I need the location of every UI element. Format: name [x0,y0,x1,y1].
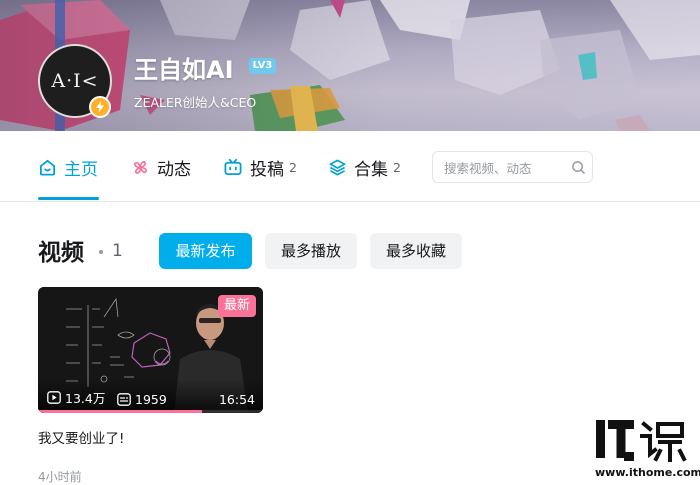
separator-dot [99,250,103,254]
user-title: ZEALER创始人&CEO [134,95,257,110]
tab-collections-label: 合集 [354,159,388,180]
video-thumbnail[interactable]: 最新 13.4万 1959 16:54 [38,287,263,413]
view-count-text: 13.4万 [65,391,106,406]
section-count: 1 [112,241,123,261]
user-name: 王自如AI [134,56,234,84]
ithome-url: www.ithome.com [595,466,700,479]
profile-nav: 主页 动态 投稿 2 合集 2 [0,131,700,202]
verified-lightning-icon [89,96,111,118]
level-badge: LV3 [249,58,276,74]
tv-icon [224,158,242,175]
tab-collections-count: 2 [393,159,401,175]
tab-dynamic-label: 动态 [157,159,191,180]
tab-submissions-count: 2 [289,159,297,175]
search-placeholder: 搜索视频、动态 [444,160,532,176]
sort-most-played-button[interactable]: 最多播放 [265,233,357,269]
video-publish-time: 4小时前 [38,470,82,484]
video-duration: 16:54 [218,392,255,407]
tab-submissions[interactable]: 投稿 2 [223,155,297,180]
layers-icon [329,159,346,175]
home-icon [39,159,56,176]
tab-submissions-label: 投稿 [250,159,284,180]
active-tab-indicator [38,197,99,200]
newest-badge: 最新 [218,295,256,317]
play-count-icon [47,391,61,404]
search-input[interactable]: 搜索视频、动态 [432,151,593,183]
sort-most-favorited-button[interactable]: 最多收藏 [370,233,462,269]
danmaku-count: 1959 [117,392,167,407]
ithome-logo [596,420,687,462]
video-title[interactable]: 我又要创业了! [38,427,124,447]
watch-progress-bar [38,410,203,413]
view-count: 13.4万 [47,388,105,407]
tab-home-label: 主页 [64,159,98,180]
search-icon[interactable] [564,160,592,175]
danmaku-icon [117,393,131,406]
sort-latest-button[interactable]: 最新发布 [159,233,252,269]
avatar-text: A·I< [51,70,99,92]
tab-dynamic[interactable]: 动态 [131,155,191,180]
danmaku-count-text: 1959 [135,392,167,407]
tab-collections[interactable]: 合集 2 [328,155,401,180]
section-title: 视频 [38,240,84,266]
tab-home[interactable]: 主页 [38,155,98,180]
pinwheel-icon [134,160,147,174]
